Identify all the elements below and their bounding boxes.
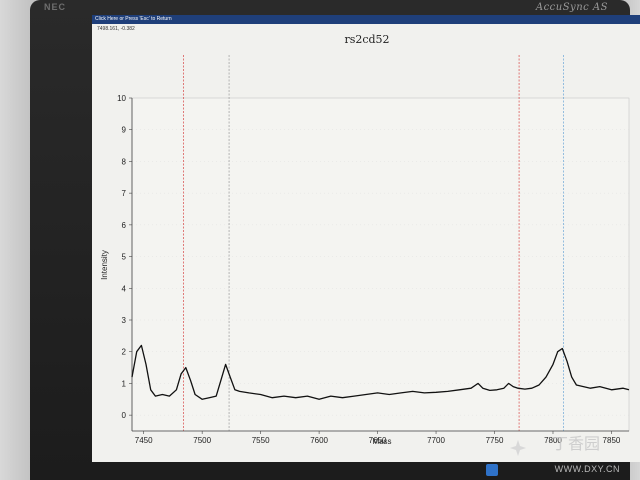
mass-spectrum-chart[interactable]: rs2cd52 0123456789107450 7500 7550 7600 7650… (92, 15, 640, 462)
watermark-site: 丁香园 (551, 434, 600, 453)
x-tick-label: 7550 (252, 436, 270, 445)
x-tick-label: 7600 (310, 436, 328, 445)
x-tick-label: 7450 (135, 436, 153, 445)
plot-area (131, 97, 630, 432)
dxy-logo-icon (510, 440, 526, 456)
y-tick-label: 10 (117, 94, 126, 103)
x-tick-label: 7700 (427, 436, 445, 445)
y-tick-label: 3 (122, 316, 127, 325)
y-tick-label: 0 (122, 411, 127, 420)
y-tick-label: 9 (122, 126, 127, 135)
x-tick-label: 7750 (486, 436, 504, 445)
watermark-url: WWW.DXY.CN (554, 464, 620, 474)
y-tick-label: 5 (122, 253, 127, 262)
y-tick-label: 6 (122, 221, 127, 230)
monitor-bezel: NEC AccuSync AS Click Here or Press 'Esc… (30, 0, 640, 480)
y-tick-label: 8 (122, 157, 127, 166)
y-axis-label: Intensity (100, 250, 109, 280)
monitor-brand: AccuSync AS (535, 2, 608, 13)
y-tick-label: 2 (122, 348, 127, 357)
power-button-icon[interactable] (486, 464, 498, 476)
x-tick-label: 7850 (603, 436, 621, 445)
x-axis-label: Mass (372, 437, 391, 446)
monitor-logo: NEC (44, 2, 67, 12)
chart-title: rs2cd52 (344, 33, 389, 46)
screen: Click Here or Press 'Esc' to Return 7498… (92, 15, 640, 462)
monitor-bottom-bezel (30, 462, 630, 480)
y-tick-label: 1 (122, 379, 127, 388)
x-tick-label: 7500 (193, 436, 211, 445)
y-tick-label: 7 (122, 189, 127, 198)
y-tick-label: 4 (122, 284, 127, 293)
